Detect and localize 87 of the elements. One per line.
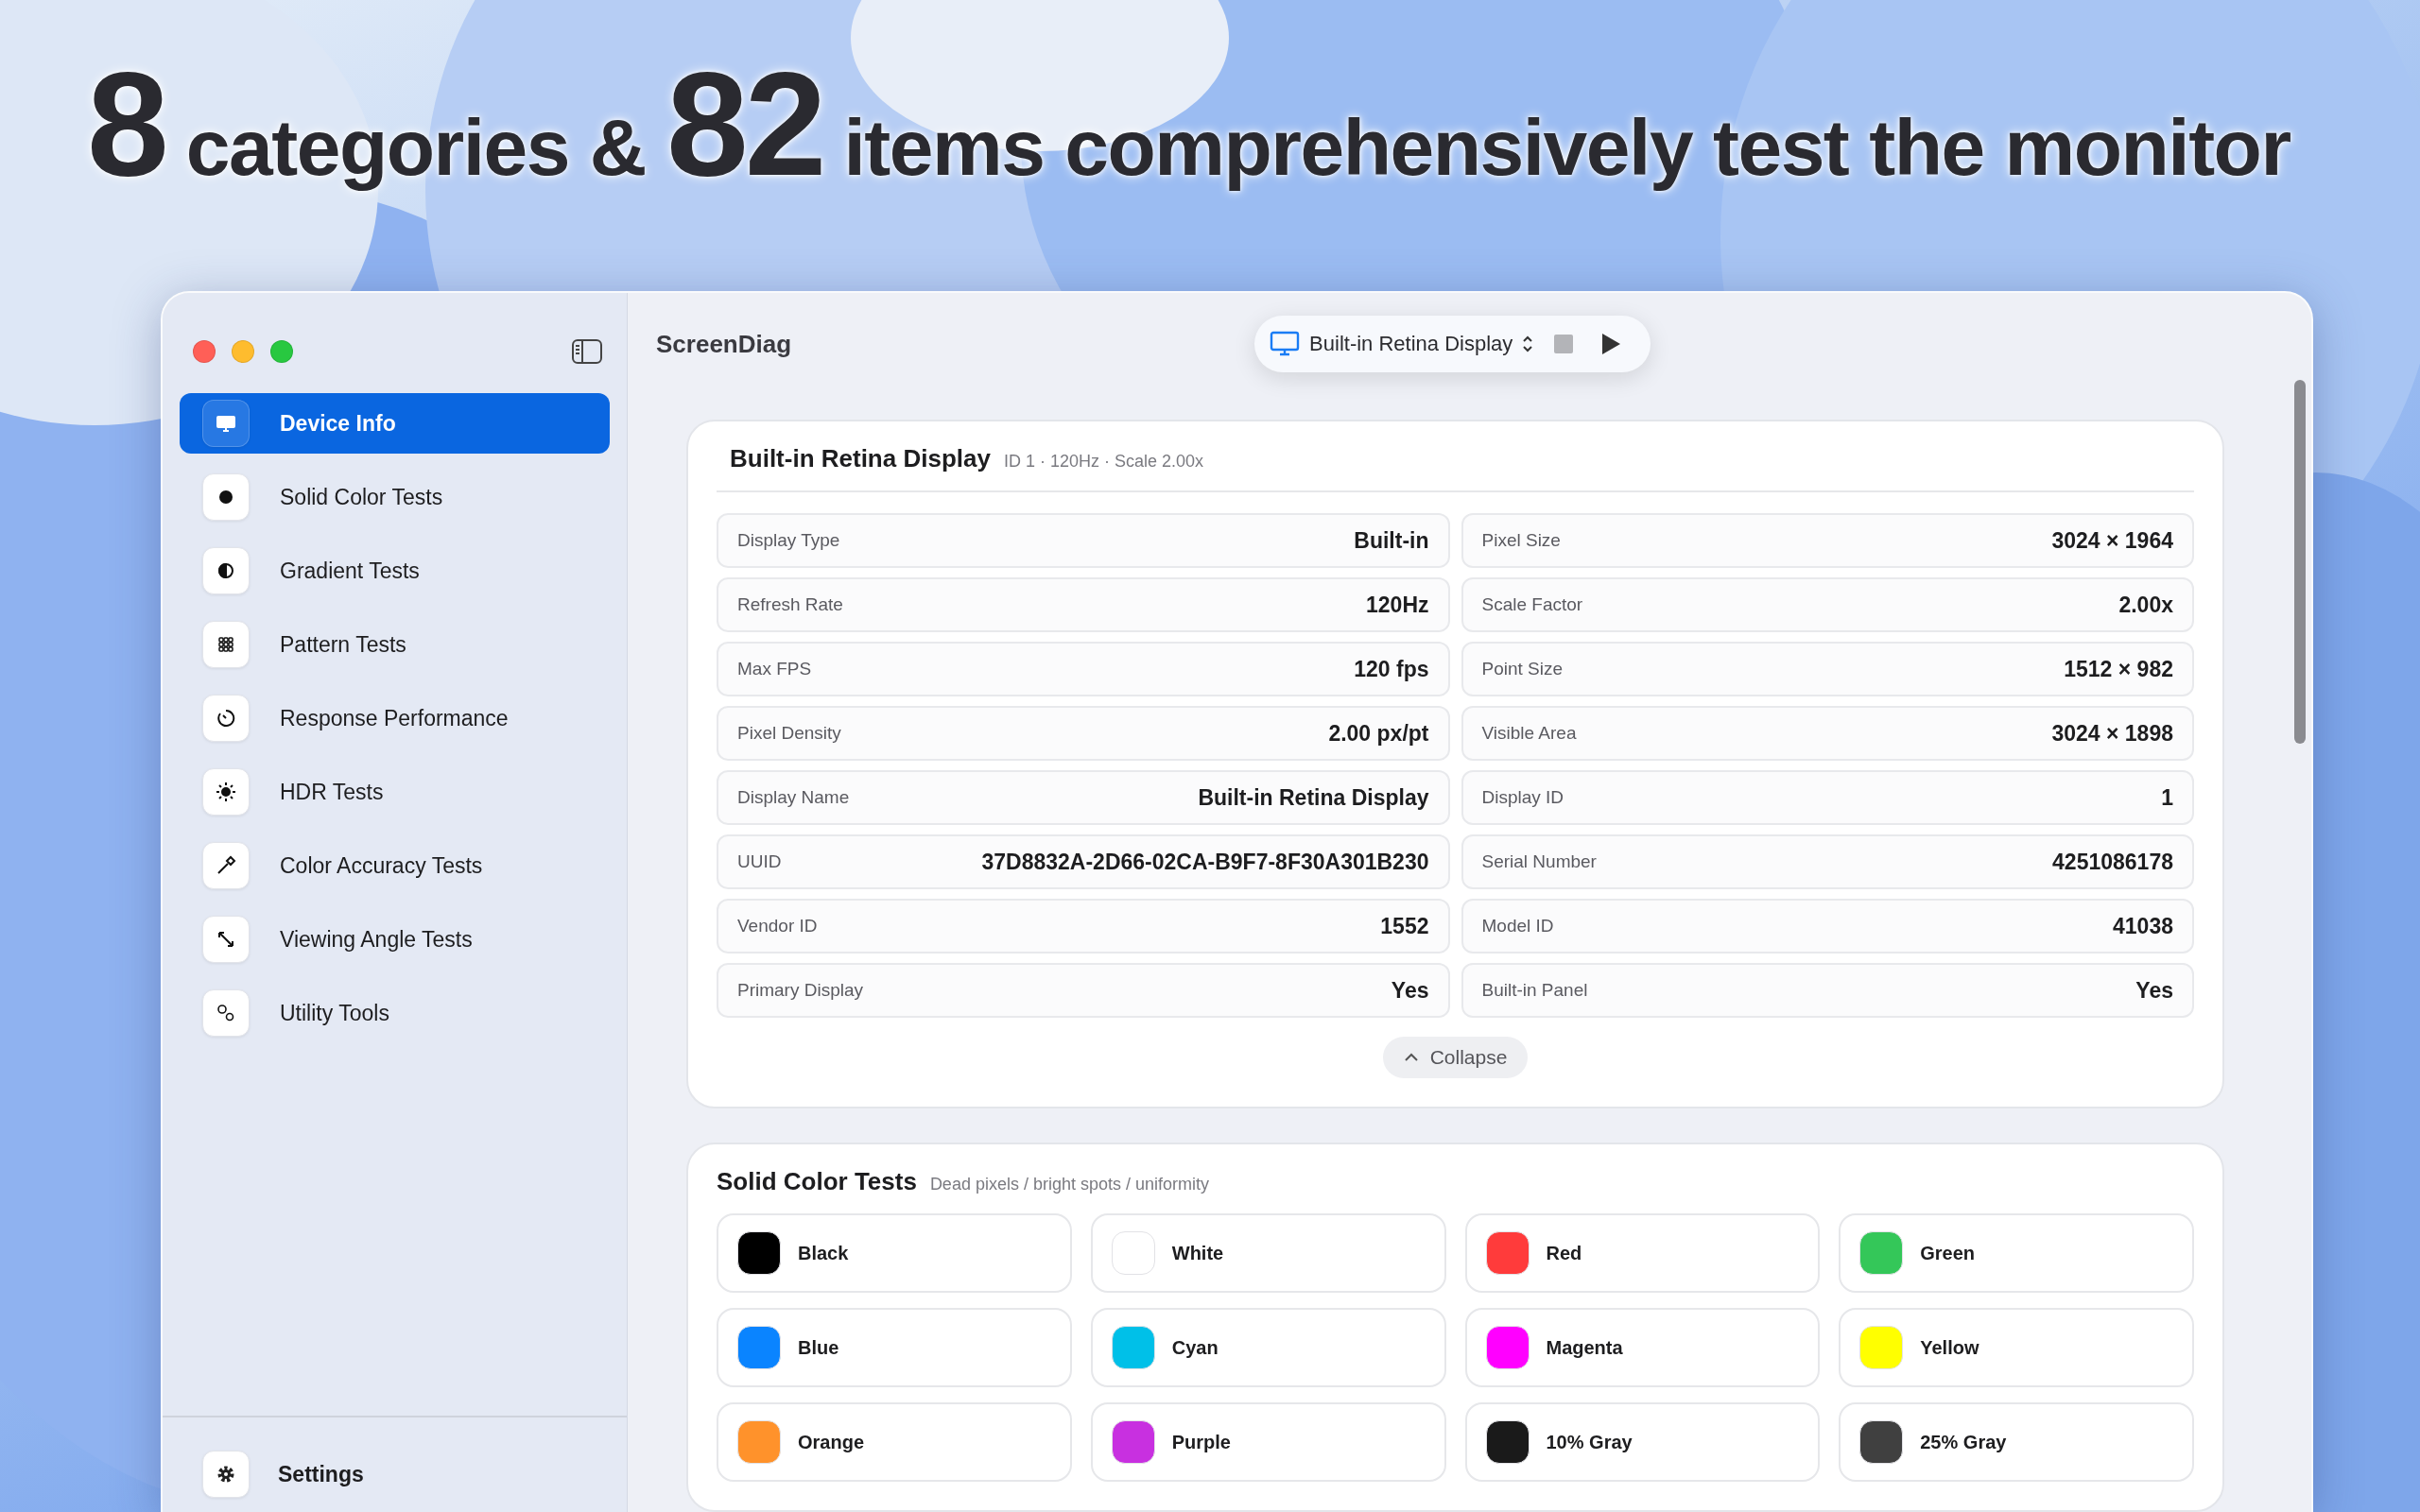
scrollbar[interactable]: [2294, 380, 2306, 744]
field-label: Display ID: [1481, 787, 1564, 808]
color-test-tile[interactable]: 25% Gray: [1839, 1402, 2194, 1482]
headline-text: categories &: [184, 102, 647, 194]
color-test-tile[interactable]: Black: [717, 1213, 1072, 1293]
color-test-tile[interactable]: Orange: [717, 1402, 1072, 1482]
sun-icon: [215, 781, 237, 803]
field-label: Visible Area: [1481, 723, 1577, 744]
tile-label: Blue: [798, 1336, 839, 1359]
color-test-tile[interactable]: White: [1090, 1213, 1446, 1293]
collapse-button[interactable]: Collapse: [1382, 1037, 1529, 1078]
tile-label: Cyan: [1171, 1336, 1219, 1359]
field-value: 37D8832A-2D66-02CA-B9F7-8F30A301B230: [981, 849, 1429, 875]
sidebar-item[interactable]: Gradient Tests: [180, 541, 610, 601]
color-test-tile[interactable]: Red: [1464, 1213, 1821, 1293]
card-subtitle: Dead pixels / bright spots / uniformity: [929, 1175, 1209, 1194]
tile-label: White: [1171, 1242, 1224, 1264]
field-value: 1: [2161, 784, 2173, 811]
tile-label: Black: [798, 1242, 849, 1264]
settings-link[interactable]: Settings: [278, 1461, 364, 1487]
field-label: UUID: [737, 851, 782, 872]
field-label: Refresh Rate: [737, 594, 843, 615]
up-down-chevron-icon: [1522, 335, 1534, 352]
sidebar-item[interactable]: Response Performance: [180, 688, 610, 748]
card-title: Solid Color Tests: [717, 1167, 917, 1196]
sidebar-item[interactable]: Pattern Tests: [180, 614, 610, 675]
display-picker[interactable]: Built-in Retina Display: [1270, 331, 1534, 357]
field-value: 41038: [2113, 913, 2173, 939]
field-value: 120 fps: [1354, 656, 1429, 682]
field-label: Scale Factor: [1481, 594, 1583, 615]
sidebar-toggle-icon[interactable]: [572, 339, 602, 364]
sidebar-item[interactable]: Color Accuracy Tests: [180, 835, 610, 896]
field-label: Point Size: [1481, 659, 1564, 679]
field-value: Built-in: [1354, 527, 1429, 554]
sidebar-item[interactable]: Device Info: [180, 393, 610, 454]
tile-label: Green: [1920, 1242, 1976, 1264]
field-value: 1552: [1380, 913, 1429, 939]
field-label: Pixel Size: [1481, 530, 1561, 551]
headline-number: 82: [666, 41, 824, 208]
field-label: Max FPS: [737, 659, 812, 679]
tile-label: Magenta: [1546, 1336, 1623, 1359]
sidebar-item[interactable]: Solid Color Tests: [180, 467, 610, 527]
minimize-button[interactable]: [232, 340, 254, 363]
field-value: 3024 × 1898: [2051, 720, 2173, 747]
color-test-tile[interactable]: Magenta: [1464, 1308, 1821, 1387]
color-test-tile[interactable]: Yellow: [1839, 1308, 2194, 1387]
headline-number: 8: [86, 41, 166, 208]
monitor-icon: [1270, 331, 1301, 357]
timer-icon: [215, 707, 237, 730]
color-test-tile[interactable]: 10% Gray: [1464, 1402, 1821, 1482]
tile-label: 25% Gray: [1920, 1431, 2007, 1453]
field-value: 2.00 px/pt: [1328, 720, 1429, 747]
color-test-tile[interactable]: Green: [1839, 1213, 2194, 1293]
field-value: 120Hz: [1366, 592, 1429, 618]
field-value: Yes: [1391, 977, 1429, 1004]
field-value: Built-in Retina Display: [1198, 784, 1429, 811]
color-test-tile[interactable]: Cyan: [1090, 1308, 1446, 1387]
window-title: ScreenDiag: [656, 329, 792, 359]
zoom-button[interactable]: [270, 340, 293, 363]
field-label: Display Type: [737, 530, 840, 551]
tile-label: 10% Gray: [1546, 1431, 1633, 1453]
headline-text: items comprehensively test the monitor: [842, 102, 2291, 194]
sidebar-item[interactable]: Viewing Angle Tests: [180, 909, 610, 970]
field-label: Built-in Panel: [1481, 980, 1588, 1001]
field-label: Model ID: [1481, 916, 1554, 936]
tile-label: Red: [1546, 1242, 1582, 1264]
card-title: Built-in Retina Display: [730, 444, 991, 473]
field-value: 1512 × 982: [2064, 656, 2173, 682]
card-subtitle: ID 1 · 120Hz · Scale 2.00x: [1003, 452, 1204, 472]
chevron-up-icon: [1403, 1053, 1419, 1062]
color-test-tile[interactable]: Purple: [1090, 1402, 1446, 1482]
sidebar-item[interactable]: Utility Tools: [180, 983, 610, 1043]
tile-label: Yellow: [1920, 1336, 1979, 1359]
field-value: 4251086178: [2052, 849, 2173, 875]
color-test-tile[interactable]: Blue: [717, 1308, 1072, 1387]
field-label: Primary Display: [737, 980, 864, 1001]
field-value: Yes: [2135, 977, 2173, 1004]
close-button[interactable]: [193, 340, 216, 363]
field-label: Display Name: [737, 787, 850, 808]
field-value: 3024 × 1964: [2051, 527, 2173, 554]
tile-label: Orange: [798, 1431, 865, 1453]
tile-label: Purple: [1171, 1431, 1231, 1453]
field-value: 2.00x: [2118, 592, 2173, 618]
field-label: Vendor ID: [737, 916, 818, 936]
field-label: Pixel Density: [737, 723, 841, 744]
sidebar-item[interactable]: HDR Tests: [180, 762, 610, 822]
field-label: Serial Number: [1481, 851, 1597, 872]
